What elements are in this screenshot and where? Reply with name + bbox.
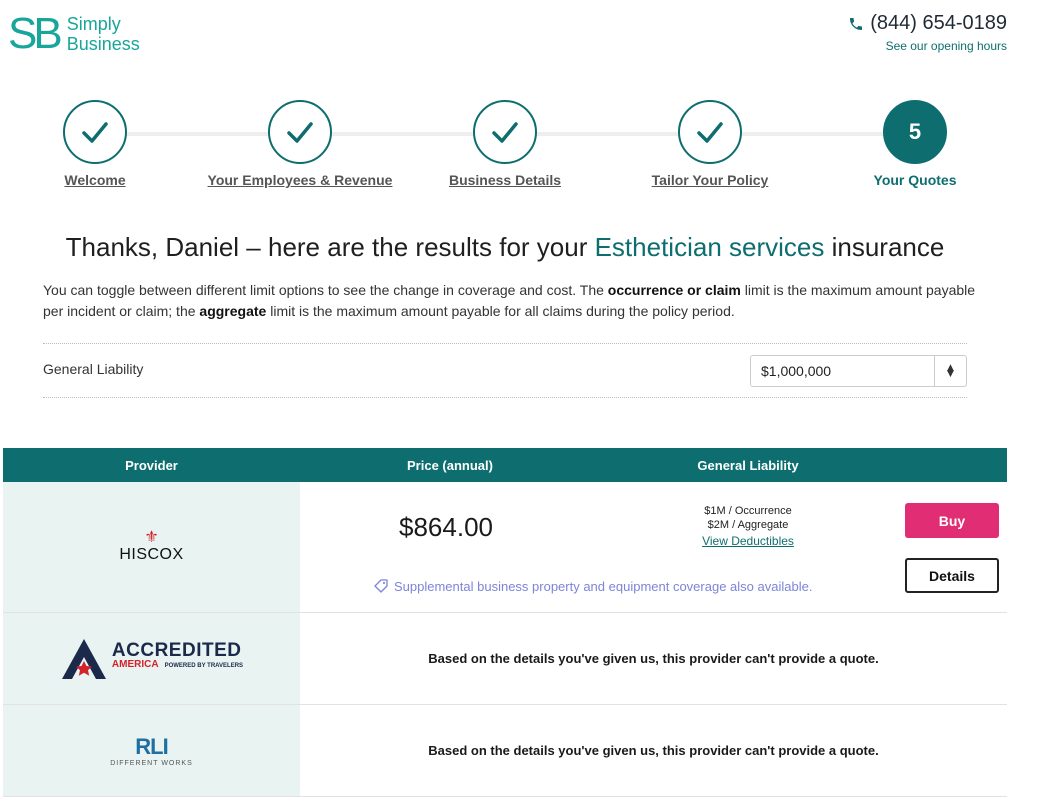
checkmark-icon: [82, 122, 108, 143]
table-row: ACCREDITED AMERICA POWERED BY TRAVELERS B…: [3, 613, 1007, 705]
step-label: Your Quotes: [873, 172, 957, 188]
title-highlight: Esthetician services: [594, 232, 825, 262]
step-tailor-policy[interactable]: Tailor Your Policy: [610, 100, 810, 188]
limit-label: General Liability: [43, 361, 144, 377]
limit-select-value: $1,000,000: [761, 363, 832, 379]
header-general-liability: General Liability: [697, 457, 799, 473]
rli-name: RLI: [135, 734, 168, 759]
step-complete-circle: [678, 100, 742, 164]
step-welcome[interactable]: Welcome: [0, 100, 195, 188]
header-price: Price (annual): [407, 457, 493, 473]
intro-bold: occurrence or claim: [607, 282, 741, 298]
tag-icon: [374, 579, 388, 593]
rli-tagline: DIFFERENT WORKS: [110, 760, 193, 767]
logo-line2: Business: [66, 34, 140, 54]
accredited-america-logo: ACCREDITED AMERICA POWERED BY TRAVELERS: [60, 637, 243, 681]
checkmark-icon: [697, 122, 723, 143]
accredited-america: AMERICA: [111, 659, 159, 670]
title-post: insurance: [824, 232, 945, 262]
progress-stepper: Welcome Your Employees & Revenue Busines…: [30, 100, 980, 200]
quotes-table: Provider Price (annual) General Liabilit…: [3, 448, 1007, 797]
phone-number[interactable]: (844) 654-0189: [848, 12, 1007, 35]
accredited-powered: POWERED BY TRAVELERS: [164, 663, 244, 669]
step-complete-circle: [63, 100, 127, 164]
accredited-wordmark: ACCREDITED AMERICA POWERED BY TRAVELERS: [111, 640, 243, 673]
step-your-quotes: 5 Your Quotes: [815, 100, 1015, 188]
view-deductibles-link[interactable]: View Deductibles: [673, 534, 823, 548]
step-label: Your Employees & Revenue: [207, 172, 393, 188]
table-row: RLI DIFFERENT WORKS Based on the details…: [3, 705, 1007, 797]
intro-text: limit is the maximum amount payable for …: [266, 303, 735, 319]
hiscox-logo: ⚜ HISCOX: [119, 530, 183, 564]
supplemental-text: Supplemental business property and equip…: [394, 578, 813, 594]
logo-line1: Simply: [66, 14, 121, 34]
intro-paragraph: You can toggle between different limit o…: [43, 280, 978, 322]
page-title: Thanks, Daniel – here are the results fo…: [0, 232, 1010, 263]
step-business-details[interactable]: Business Details: [405, 100, 605, 188]
simply-business-logo[interactable]: SB Simply Business: [8, 12, 140, 56]
accredited-sub: AMERICA POWERED BY TRAVELERS: [112, 658, 243, 673]
step-label: Business Details: [448, 172, 562, 188]
no-quote-message: Based on the details you've given us, th…: [428, 651, 879, 666]
provider-cell: ACCREDITED AMERICA POWERED BY TRAVELERS: [3, 613, 300, 704]
quote-price: $864.00: [399, 512, 493, 542]
no-quote-message: Based on the details you've given us, th…: [428, 743, 879, 758]
logo-wordmark: Simply Business: [67, 14, 140, 54]
checkmark-icon: [287, 122, 313, 143]
rli-logo: RLI DIFFERENT WORKS: [110, 734, 193, 767]
limit-selector-row: General Liability $1,000,000 ▲ ▼: [43, 343, 967, 398]
step-employees-revenue[interactable]: Your Employees & Revenue: [200, 100, 400, 188]
step-label: Welcome: [64, 172, 126, 188]
details-button[interactable]: Details: [905, 558, 999, 593]
opening-hours-link[interactable]: See our opening hours: [886, 39, 1007, 53]
step-current-circle: 5: [883, 100, 947, 164]
table-row: ⚜ HISCOX $864.00 $1M / Occurrence $2M / …: [3, 482, 1007, 613]
logo-mark: SB: [8, 9, 63, 58]
buy-button[interactable]: Buy: [905, 503, 999, 538]
accredited-name: ACCREDITED: [111, 640, 242, 661]
intro-bold: aggregate: [199, 303, 267, 319]
table-header: Provider Price (annual) General Liabilit…: [3, 448, 1007, 482]
phone-icon: [848, 16, 864, 32]
header-provider: Provider: [125, 457, 178, 473]
supplemental-coverage-note: Supplemental business property and equip…: [373, 578, 812, 594]
coverage-limits: $1M / Occurrence $2M / Aggregate View De…: [673, 504, 823, 548]
limit-select[interactable]: $1,000,000 ▲ ▼: [750, 355, 967, 387]
provider-cell: RLI DIFFERENT WORKS: [3, 705, 300, 796]
intro-text: You can toggle between different limit o…: [43, 282, 608, 298]
step-label: Tailor Your Policy: [651, 172, 769, 188]
phone-number-text: (844) 654-0189: [870, 12, 1007, 34]
occurrence-limit: $1M / Occurrence: [704, 505, 792, 517]
aggregate-limit: $2M / Aggregate: [707, 519, 789, 531]
select-arrows-icon: ▲ ▼: [934, 356, 966, 386]
contact-block: (844) 654-0189 See our opening hours: [848, 12, 1007, 54]
provider-name: HISCOX: [119, 546, 184, 563]
title-pre: Thanks, Daniel – here are the results fo…: [65, 232, 595, 262]
fleur-de-lis-icon: ⚜: [144, 529, 159, 546]
step-complete-circle: [473, 100, 537, 164]
provider-cell: ⚜ HISCOX: [3, 482, 300, 612]
accredited-a-icon: [61, 638, 106, 679]
checkmark-icon: [492, 122, 518, 143]
step-complete-circle: [268, 100, 332, 164]
